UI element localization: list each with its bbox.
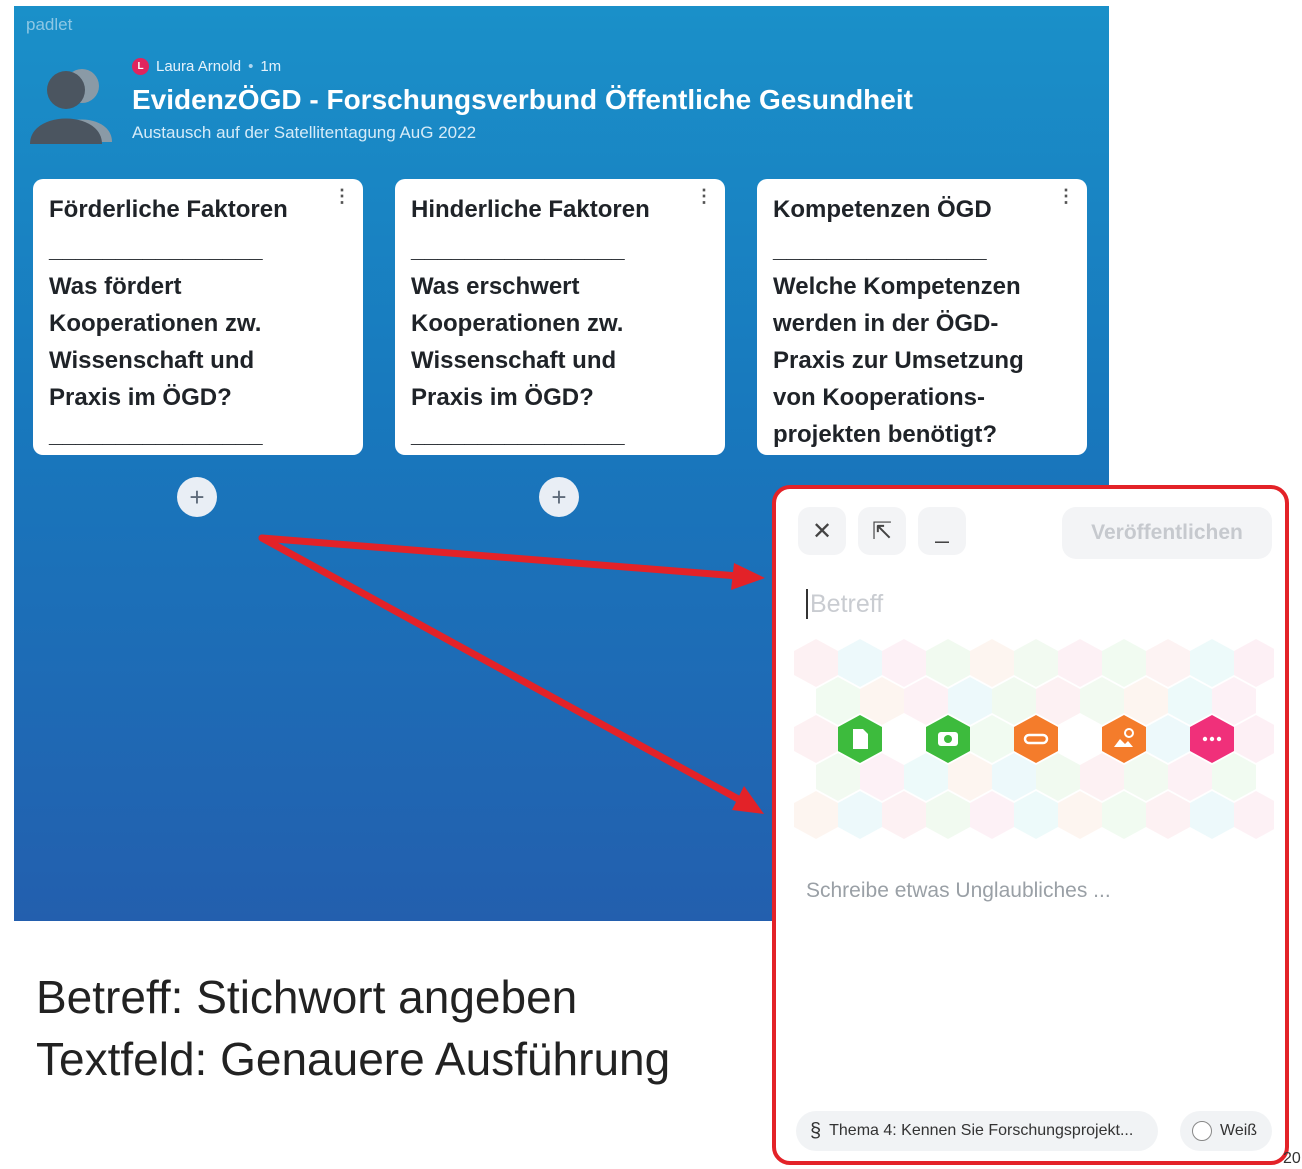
caption-line-body: Textfeld: Genauere Ausführung — [36, 1033, 671, 1085]
color-swatch-icon — [1192, 1121, 1212, 1141]
upload-file-icon[interactable] — [838, 715, 882, 763]
post-composer-dialog: ✕ ⇱ _ Veröffentlichen Betreff Schreibe e… — [772, 485, 1289, 1165]
body-textarea[interactable]: Schreibe etwas Unglaubliches ... — [806, 879, 1111, 903]
page-number: 20 — [1283, 1150, 1301, 1167]
more-options-icon[interactable] — [1190, 715, 1234, 763]
color-label: Weiß — [1220, 1122, 1258, 1139]
close-icon[interactable]: ✕ — [798, 507, 846, 555]
image-search-icon[interactable] — [1102, 715, 1146, 763]
section-select[interactable]: § Thema 4: Kennen Sie Forschungsprojekt.… — [796, 1111, 1158, 1151]
minimize-icon[interactable]: _ — [918, 507, 966, 555]
subject-input[interactable]: Betreff — [806, 589, 883, 619]
camera-icon[interactable] — [926, 715, 970, 763]
caption-line-subject: Betreff: Stichwort angeben — [36, 971, 578, 1023]
section-icon: § — [810, 1119, 822, 1142]
link-icon[interactable] — [1014, 715, 1058, 763]
instruction-caption: Betreff: Stichwort angeben Textfeld: Gen… — [36, 966, 670, 1090]
attachment-hex-picker — [794, 639, 1274, 839]
publish-button[interactable]: Veröffentlichen — [1062, 507, 1272, 559]
color-select[interactable]: Weiß — [1180, 1111, 1272, 1151]
expand-icon[interactable]: ⇱ — [858, 507, 906, 555]
section-label: Thema 4: Kennen Sie Forschungsprojekt... — [829, 1122, 1134, 1139]
